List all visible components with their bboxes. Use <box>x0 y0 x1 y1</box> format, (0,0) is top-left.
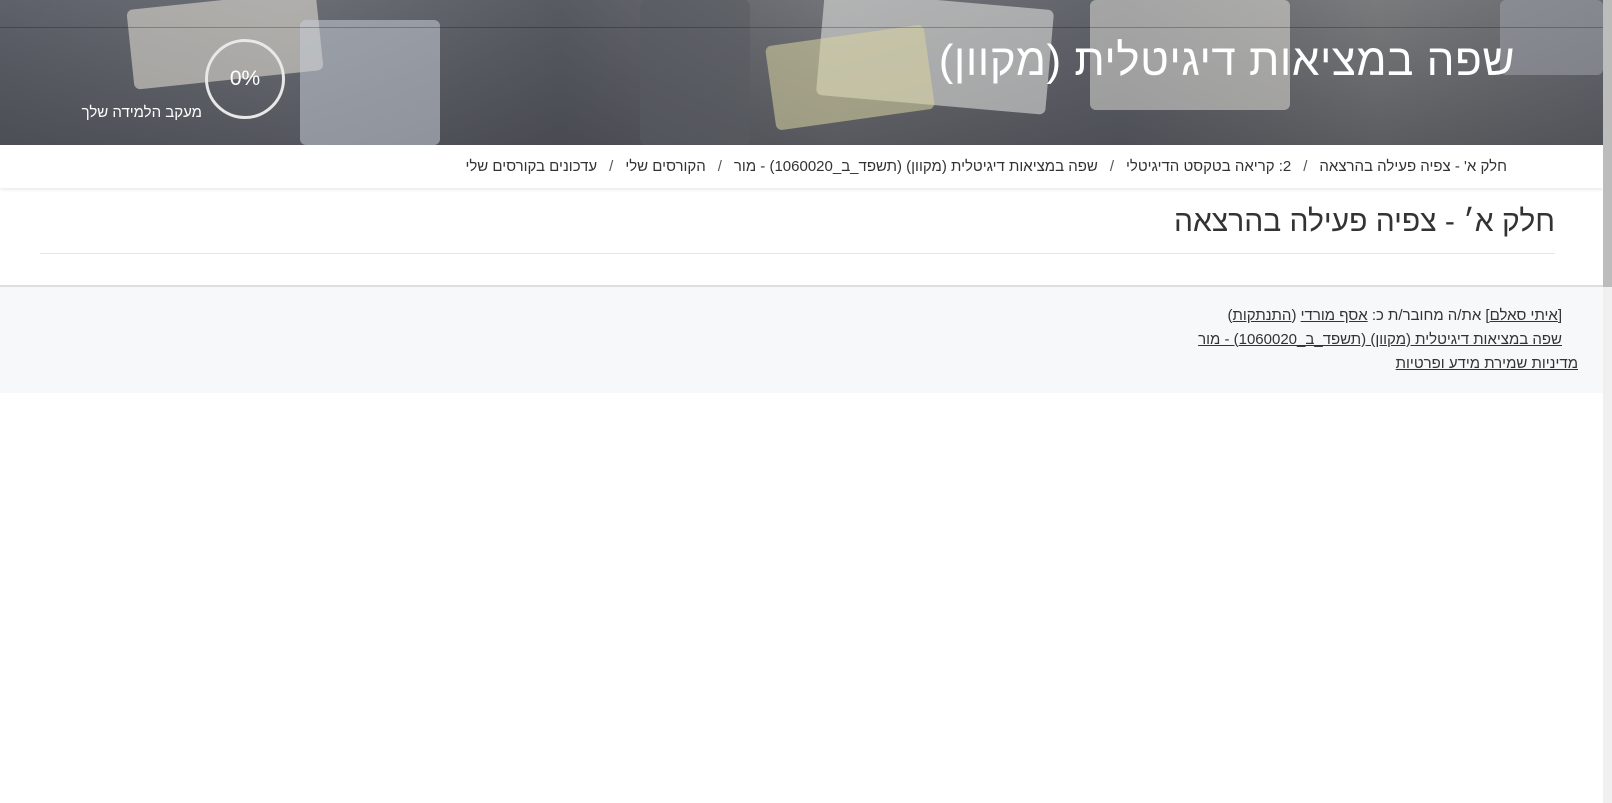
course-header-banner: שפה במציאות דיגיטלית (מקוון) 0% מעקב הלמ… <box>0 0 1603 145</box>
logged-in-as-text: את/ה מחובר/ת כ: <box>1371 307 1482 324</box>
impersonator-link[interactable]: איתי סאלם <box>1490 307 1558 324</box>
vertical-scrollbar[interactable] <box>1603 0 1612 803</box>
page-heading-area: חלק א׳ - צפיה פעילה בהרצאה <box>40 200 1555 254</box>
breadcrumb-separator: / <box>717 158 722 175</box>
logout-link[interactable]: התנתקות <box>1233 307 1292 324</box>
scrollbar-thumb[interactable] <box>1603 0 1612 287</box>
breadcrumb-separator: / <box>609 158 614 175</box>
footer-course-link[interactable]: שפה במציאות דיגיטלית (מקוון) (תשפד_ב_106… <box>1198 331 1562 348</box>
breadcrumb-separator: / <box>1303 158 1308 175</box>
login-info: [איתי סאלם] את/ה מחובר/ת כ: אסף מורדי (ה… <box>1227 307 1562 324</box>
page-footer: [איתי סאלם] את/ה מחובר/ת כ: אסף מורדי (ה… <box>0 285 1603 393</box>
page-title: חלק א׳ - צפיה פעילה בהרצאה <box>1174 205 1555 238</box>
learning-progress-ring[interactable]: 0% <box>205 39 285 119</box>
footer-privacy-line: מדיניות שמירת מידע ופרטיות <box>1396 355 1578 372</box>
breadcrumb-separator: / <box>1109 158 1114 175</box>
progress-value: 0% <box>229 67 261 90</box>
breadcrumb-bar: עדכונים בקורסים שלי / הקורסים שלי / שפה … <box>0 145 1603 188</box>
breadcrumb-item-course[interactable]: שפה במציאות דיגיטלית (מקוון) (תשפד_ב_106… <box>734 158 1098 175</box>
user-profile-link[interactable]: אסף מורדי <box>1301 307 1368 324</box>
breadcrumb: עדכונים בקורסים שלי / הקורסים שלי / שפה … <box>465 145 1507 188</box>
footer-course-line: שפה במציאות דיגיטלית (מקוון) (תשפד_ב_106… <box>1198 331 1562 348</box>
breadcrumb-item-section[interactable]: 2: קריאה בטקסט הדיגיטלי <box>1126 158 1291 175</box>
course-title: שפה במציאות דיגיטלית (מקוון) <box>938 36 1515 85</box>
breadcrumb-item-course-updates[interactable]: עדכונים בקורסים שלי <box>465 158 597 175</box>
privacy-policy-link[interactable]: מדיניות שמירת מידע ופרטיות <box>1396 355 1578 372</box>
breadcrumb-item-current[interactable]: חלק א' - צפיה פעילה בהרצאה <box>1319 158 1507 175</box>
page: שפה במציאות דיגיטלית (מקוון) 0% מעקב הלמ… <box>0 0 1612 803</box>
breadcrumb-item-my-courses[interactable]: הקורסים שלי <box>625 158 705 175</box>
progress-label: מעקב הלמידה שלך <box>81 104 202 121</box>
